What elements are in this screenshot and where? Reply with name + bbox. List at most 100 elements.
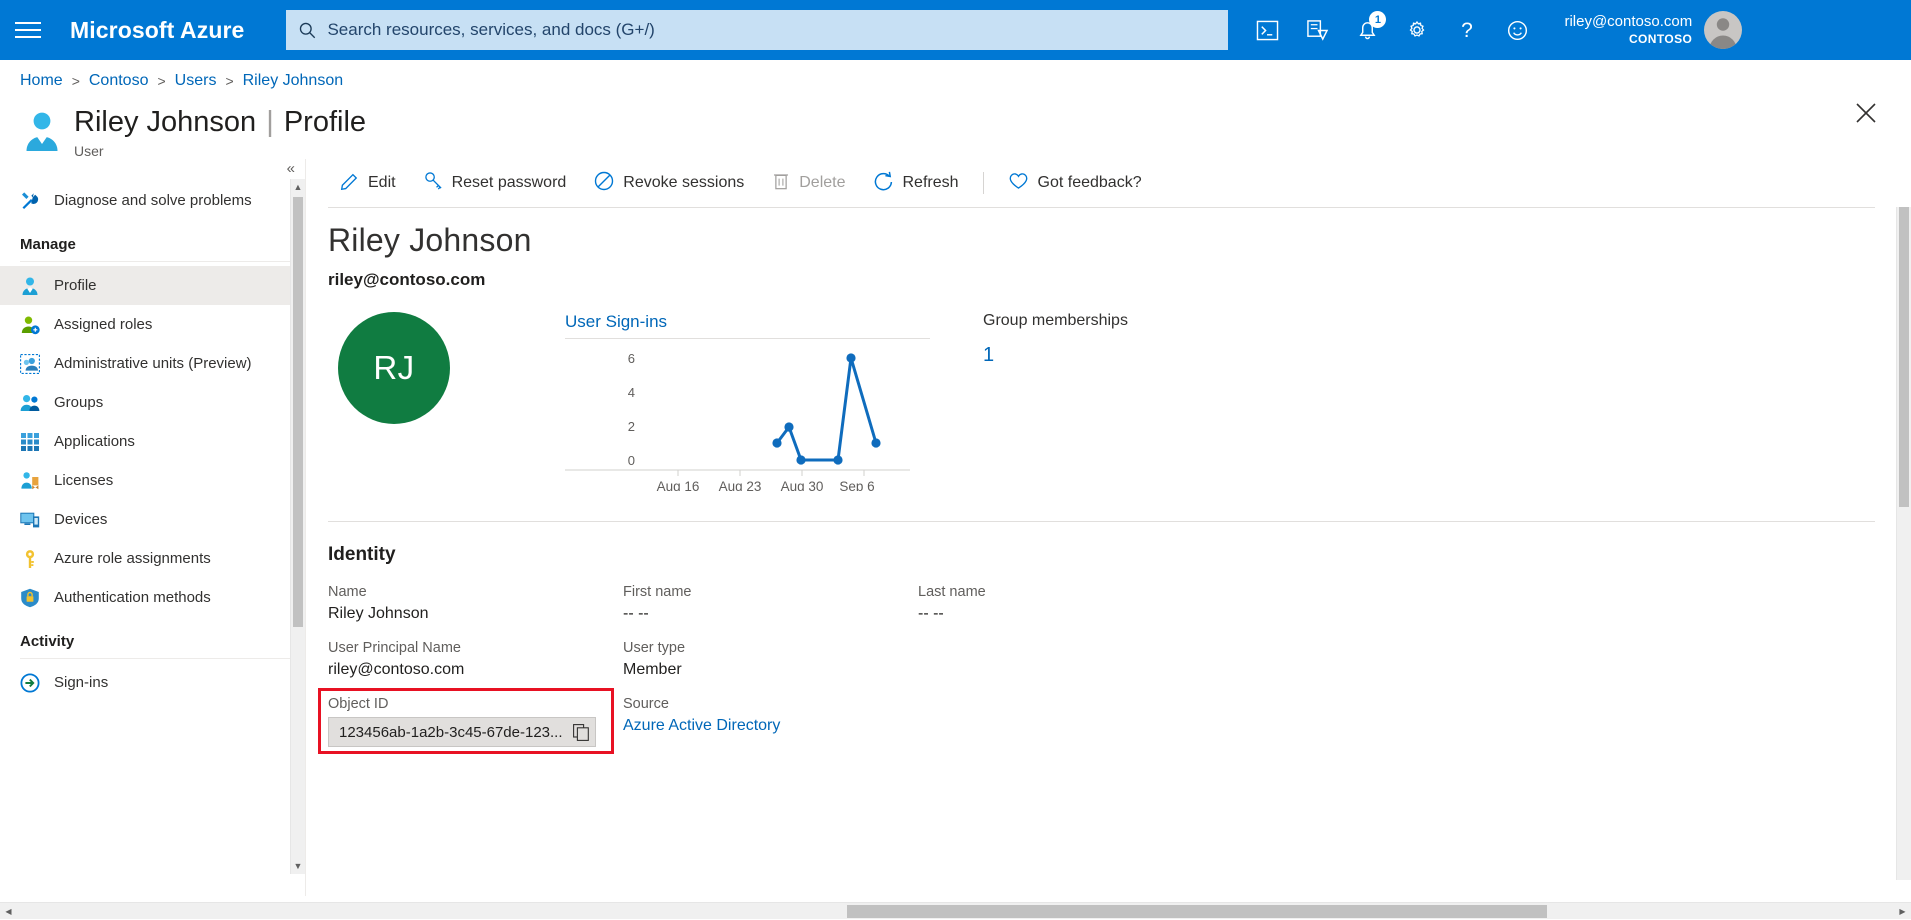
group-memberships-label: Group memberships: [983, 312, 1128, 330]
heart-icon: [1008, 171, 1029, 195]
reset-password-button[interactable]: Reset password: [410, 166, 581, 200]
sidebar-item-profile[interactable]: Profile: [0, 266, 305, 305]
profile-content: Riley Johnson riley@contoso.com RJ User …: [306, 207, 1911, 895]
devices-monitor-icon: [20, 510, 48, 530]
identity-column-3: Last name -- --: [918, 584, 1911, 764]
left-nav-scrollbar-thumb[interactable]: [293, 197, 303, 627]
block-circle-icon: [594, 171, 614, 196]
left-navigation-panel: « Diagnose and solve problems Manage Pro…: [0, 159, 306, 896]
settings-gear-icon[interactable]: [1392, 0, 1442, 60]
azure-brand-logo[interactable]: Microsoft Azure: [70, 17, 244, 44]
identity-section-heading: Identity: [328, 544, 1911, 566]
feedback-smiley-icon[interactable]: [1492, 0, 1542, 60]
identity-column-2: First name -- -- User type Member Source…: [623, 584, 918, 764]
pencil-icon: [340, 171, 359, 195]
directories-subscriptions-icon[interactable]: [1292, 0, 1342, 60]
identity-section-divider: [328, 521, 1875, 522]
notifications-bell-icon[interactable]: 1: [1342, 0, 1392, 60]
account-menu[interactable]: riley@contoso.com CONTOSO: [1564, 11, 1742, 49]
search-input[interactable]: [327, 20, 1216, 40]
sidebar-item-diagnose-and-solve-problems[interactable]: Diagnose and solve problems: [0, 181, 305, 220]
hamburger-menu-icon[interactable]: [0, 0, 56, 60]
help-question-icon[interactable]: ?: [1442, 0, 1492, 60]
notification-badge-count: 1: [1369, 11, 1386, 28]
field-source-value[interactable]: Azure Active Directory: [623, 717, 918, 735]
sidebar-group-manage: Manage: [0, 220, 305, 257]
breadcrumb-item-riley-johnson[interactable]: Riley Johnson: [243, 72, 344, 90]
collapse-nav-icon[interactable]: «: [287, 161, 295, 176]
top-bar-icon-group: 1 ?: [1242, 0, 1542, 60]
svg-text:6: 6: [628, 351, 635, 366]
horizontal-scrollbar-thumb[interactable]: [847, 905, 1547, 918]
breadcrumb-item-users[interactable]: Users: [175, 72, 217, 90]
user-signins-chart[interactable]: 6 4 2 0 Aug 16 Aug 23: [565, 339, 930, 491]
field-name: Name Riley Johnson: [328, 584, 623, 623]
sidebar-item-sign-ins[interactable]: Sign-ins: [0, 663, 305, 702]
sidebar-item-devices[interactable]: Devices: [0, 500, 305, 539]
breadcrumb-item-home[interactable]: Home: [20, 72, 63, 90]
svg-text:Sep 6: Sep 6: [839, 479, 874, 491]
field-object-id-label: Object ID: [328, 696, 596, 712]
breadcrumb-item-contoso[interactable]: Contoso: [89, 72, 149, 90]
sidebar-item-label: Applications: [54, 433, 135, 450]
top-navigation-bar: Microsoft Azure 1 ? riley@contoso.com: [0, 0, 1911, 60]
sidebar-item-label: Administrative units (Preview): [54, 355, 252, 372]
copy-icon[interactable]: [573, 724, 589, 741]
field-name-label: Name: [328, 584, 623, 600]
refresh-label: Refresh: [903, 174, 959, 192]
profile-user-name: Riley Johnson: [328, 222, 1911, 259]
assigned-roles-icon: [20, 315, 48, 335]
refresh-circle-icon: [874, 171, 894, 196]
page-title-separator: |: [264, 106, 276, 138]
svg-text:Aug 16: Aug 16: [657, 479, 700, 491]
edit-button[interactable]: Edit: [326, 166, 410, 200]
sidebar-item-administrative-units-preview[interactable]: Administrative units (Preview): [0, 344, 305, 383]
field-user-type-label: User type: [623, 640, 918, 656]
sidebar-item-applications[interactable]: Applications: [0, 422, 305, 461]
account-tenant: CONTOSO: [1564, 32, 1692, 47]
sidebar-item-authentication-methods[interactable]: Authentication methods: [0, 578, 305, 617]
page-horizontal-scrollbar[interactable]: ◀ ▶: [0, 902, 1911, 919]
sidebar-item-label: Assigned roles: [54, 316, 152, 333]
field-name-value: Riley Johnson: [328, 605, 623, 623]
cloud-shell-icon[interactable]: [1242, 0, 1292, 60]
sidebar-item-assigned-roles[interactable]: Assigned roles: [0, 305, 305, 344]
sidebar-item-label: Licenses: [54, 472, 113, 489]
revoke-sessions-button[interactable]: Revoke sessions: [580, 166, 758, 200]
trash-icon: [772, 171, 790, 195]
profile-person-icon: [20, 276, 48, 296]
user-avatar-icon[interactable]: [1704, 11, 1742, 49]
horizontal-scrollbar-track[interactable]: [17, 903, 1894, 920]
groups-people-icon: [20, 393, 48, 413]
group-memberships-value[interactable]: 1: [983, 344, 1128, 367]
shield-lock-icon: [20, 588, 48, 608]
scroll-left-arrow-icon[interactable]: ◀: [0, 903, 17, 920]
user-signins-link[interactable]: User Sign-ins: [565, 312, 667, 332]
sidebar-item-licenses[interactable]: Licenses: [0, 461, 305, 500]
main-vertical-scrollbar-thumb[interactable]: [1899, 207, 1909, 507]
applications-grid-icon: [20, 432, 48, 452]
content-top-divider: [328, 207, 1875, 208]
group-memberships-card: Group memberships 1: [983, 312, 1128, 367]
left-nav-scrollbar[interactable]: ▲ ▼: [290, 179, 305, 874]
scroll-right-arrow-icon[interactable]: ▶: [1894, 903, 1911, 920]
refresh-button[interactable]: Refresh: [860, 166, 973, 200]
sidebar-item-groups[interactable]: Groups: [0, 383, 305, 422]
field-last-name-label: Last name: [918, 584, 1911, 600]
object-id-copy-field[interactable]: 123456ab-1a2b-3c45-67de-123...: [328, 717, 596, 747]
svg-text:4: 4: [628, 385, 635, 400]
page-header: Riley Johnson | Profile User: [0, 92, 1911, 159]
global-search-box[interactable]: [286, 10, 1228, 50]
profile-overview-row: RJ User Sign-ins 6 4 2 0: [328, 312, 1911, 491]
main-vertical-scrollbar[interactable]: [1896, 207, 1911, 880]
search-icon: [298, 21, 317, 40]
delete-label: Delete: [799, 174, 845, 192]
close-icon[interactable]: [1849, 96, 1883, 130]
sidebar-item-azure-role-assignments[interactable]: Azure role assignments: [0, 539, 305, 578]
got-feedback-button[interactable]: Got feedback?: [994, 166, 1156, 200]
field-source: Source Azure Active Directory: [623, 696, 918, 735]
scroll-up-arrow-icon[interactable]: ▲: [291, 179, 305, 195]
wrench-screwdriver-icon: [20, 191, 48, 211]
command-toolbar: Edit Reset password Revoke sessions Dele…: [306, 159, 1911, 207]
scroll-down-arrow-icon[interactable]: ▼: [291, 858, 305, 874]
